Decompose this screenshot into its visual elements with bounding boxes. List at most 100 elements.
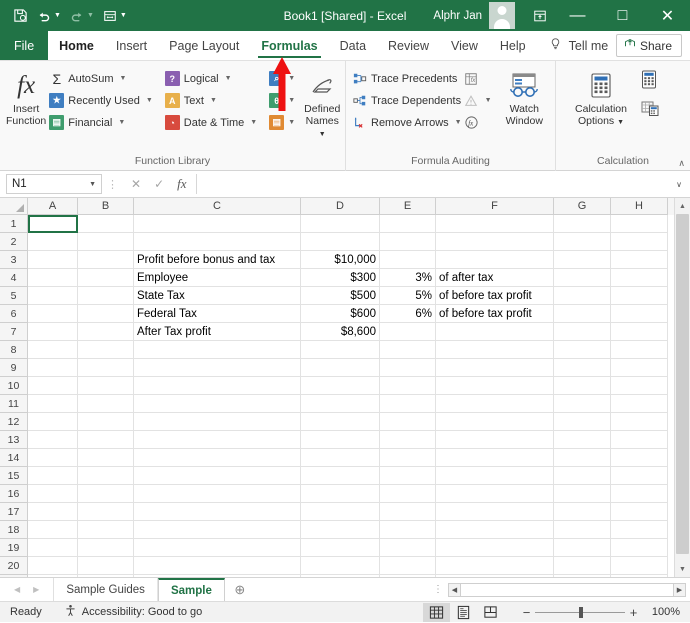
cell-B8[interactable] bbox=[78, 341, 134, 359]
text-button[interactable]: A Text ▼ bbox=[162, 90, 260, 111]
cell-F17[interactable] bbox=[436, 503, 554, 521]
cell-C8[interactable] bbox=[134, 341, 301, 359]
zoom-slider[interactable] bbox=[535, 606, 625, 618]
cell-F10[interactable] bbox=[436, 377, 554, 395]
redo-dropdown-icon[interactable]: ▼ bbox=[87, 12, 94, 19]
undo-dropdown-icon[interactable]: ▼ bbox=[54, 12, 61, 19]
math-trig-dropdown-icon[interactable]: ▼ bbox=[288, 97, 295, 104]
cell-G20[interactable] bbox=[554, 557, 611, 575]
next-sheet-icon[interactable]: ▶ bbox=[33, 585, 39, 594]
cell-C15[interactable] bbox=[134, 467, 301, 485]
cell-A20[interactable] bbox=[28, 557, 78, 575]
recently-used-dropdown-icon[interactable]: ▼ bbox=[146, 97, 153, 104]
cell-G2[interactable] bbox=[554, 233, 611, 251]
cell-F14[interactable] bbox=[436, 449, 554, 467]
row-header-20[interactable]: 20 bbox=[0, 557, 28, 575]
scroll-down-icon[interactable]: ▼ bbox=[675, 561, 690, 577]
cell-D7[interactable]: $8,600 bbox=[301, 323, 380, 341]
row-header-15[interactable]: 15 bbox=[0, 467, 28, 485]
calculation-options-button[interactable]: Calculation Options ▼ bbox=[566, 65, 636, 127]
name-box[interactable]: N1 ▼ bbox=[6, 174, 102, 194]
row-header-6[interactable]: 6 bbox=[0, 305, 28, 323]
cell-G5[interactable] bbox=[554, 287, 611, 305]
cell-F13[interactable] bbox=[436, 431, 554, 449]
trace-dependents-button[interactable]: Trace Dependents bbox=[352, 90, 462, 111]
cell-E18[interactable] bbox=[380, 521, 436, 539]
tell-me-search[interactable]: Tell me bbox=[549, 31, 608, 60]
horizontal-scrollbar[interactable]: ◀ ▶ bbox=[448, 578, 690, 601]
add-sheet-button[interactable]: ⊕ bbox=[225, 578, 255, 601]
date-time-dropdown-icon[interactable]: ▼ bbox=[250, 119, 257, 126]
cancel-icon[interactable]: ✕ bbox=[131, 177, 141, 191]
row-header-10[interactable]: 10 bbox=[0, 377, 28, 395]
cell-B21[interactable] bbox=[78, 575, 134, 577]
save-icon[interactable] bbox=[9, 5, 31, 27]
cell-G9[interactable] bbox=[554, 359, 611, 377]
cell-G6[interactable] bbox=[554, 305, 611, 323]
cell-G1[interactable] bbox=[554, 215, 611, 233]
cell-C13[interactable] bbox=[134, 431, 301, 449]
cell-A12[interactable] bbox=[28, 413, 78, 431]
tab-file[interactable]: File bbox=[0, 31, 49, 60]
cell-C1[interactable] bbox=[134, 215, 301, 233]
cell-C9[interactable] bbox=[134, 359, 301, 377]
cell-H2[interactable] bbox=[611, 233, 668, 251]
cell-G11[interactable] bbox=[554, 395, 611, 413]
cell-E12[interactable] bbox=[380, 413, 436, 431]
cell-H16[interactable] bbox=[611, 485, 668, 503]
cell-D20[interactable] bbox=[301, 557, 380, 575]
tab-formulas[interactable]: Formulas bbox=[250, 31, 328, 60]
cell-A3[interactable] bbox=[28, 251, 78, 269]
financial-dropdown-icon[interactable]: ▼ bbox=[118, 119, 125, 126]
cell-D2[interactable] bbox=[301, 233, 380, 251]
sheet-hscroll-grip[interactable]: ⋮ bbox=[427, 578, 448, 601]
touch-mode-icon[interactable] bbox=[99, 5, 121, 27]
calculate-now-button[interactable] bbox=[638, 68, 662, 96]
row-header-5[interactable]: 5 bbox=[0, 287, 28, 305]
cell-H14[interactable] bbox=[611, 449, 668, 467]
cell-F5[interactable]: of before tax profit bbox=[436, 287, 554, 305]
autosum-dropdown-icon[interactable]: ▼ bbox=[120, 75, 127, 82]
column-header-c[interactable]: C bbox=[134, 198, 301, 215]
cell-A8[interactable] bbox=[28, 341, 78, 359]
cell-E15[interactable] bbox=[380, 467, 436, 485]
zoom-slider-thumb[interactable] bbox=[579, 606, 583, 618]
cell-E5[interactable]: 5% bbox=[380, 287, 436, 305]
watch-window-button[interactable]: Watch Window bbox=[500, 65, 549, 127]
cell-B10[interactable] bbox=[78, 377, 134, 395]
vertical-scroll-track[interactable] bbox=[675, 214, 690, 561]
financial-button[interactable]: ▤ Financial ▼ bbox=[46, 112, 155, 133]
cell-E7[interactable] bbox=[380, 323, 436, 341]
insert-function-button[interactable]: fx Insert Function bbox=[6, 65, 46, 127]
cell-C12[interactable] bbox=[134, 413, 301, 431]
cell-H21[interactable] bbox=[611, 575, 668, 577]
row-header-7[interactable]: 7 bbox=[0, 323, 28, 341]
cell-C4[interactable]: Employee bbox=[134, 269, 301, 287]
cell-E9[interactable] bbox=[380, 359, 436, 377]
cell-E16[interactable] bbox=[380, 485, 436, 503]
cell-H4[interactable] bbox=[611, 269, 668, 287]
text-dropdown-icon[interactable]: ▼ bbox=[210, 97, 217, 104]
error-checking-button[interactable]: ▼ bbox=[464, 90, 492, 111]
cell-A2[interactable] bbox=[28, 233, 78, 251]
cell-C19[interactable] bbox=[134, 539, 301, 557]
cell-C2[interactable] bbox=[134, 233, 301, 251]
cell-G4[interactable] bbox=[554, 269, 611, 287]
cell-H3[interactable] bbox=[611, 251, 668, 269]
cell-B11[interactable] bbox=[78, 395, 134, 413]
row-header-4[interactable]: 4 bbox=[0, 269, 28, 287]
row-header-12[interactable]: 12 bbox=[0, 413, 28, 431]
cell-F1[interactable] bbox=[436, 215, 554, 233]
row-header-17[interactable]: 17 bbox=[0, 503, 28, 521]
cell-C11[interactable] bbox=[134, 395, 301, 413]
cell-F12[interactable] bbox=[436, 413, 554, 431]
cell-F11[interactable] bbox=[436, 395, 554, 413]
maximize-button[interactable]: □ bbox=[600, 0, 645, 31]
cell-B17[interactable] bbox=[78, 503, 134, 521]
evaluate-formula-button[interactable]: fx bbox=[464, 112, 492, 133]
cell-D12[interactable] bbox=[301, 413, 380, 431]
tab-page-layout[interactable]: Page Layout bbox=[158, 31, 250, 60]
cell-G13[interactable] bbox=[554, 431, 611, 449]
page-break-view-button[interactable] bbox=[477, 603, 504, 622]
cell-G19[interactable] bbox=[554, 539, 611, 557]
